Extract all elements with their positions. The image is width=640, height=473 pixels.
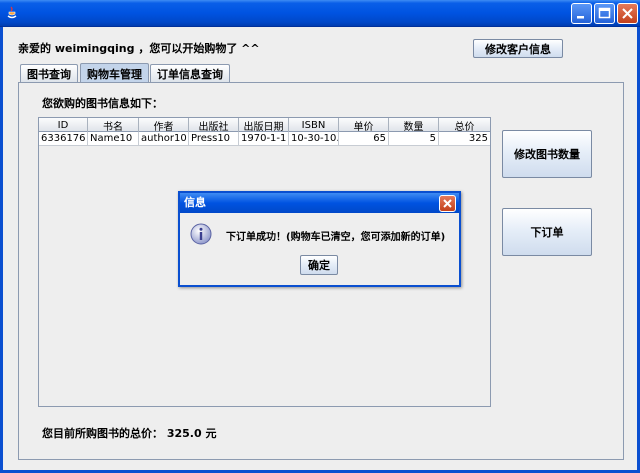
close-icon [622, 8, 633, 19]
dialog-ok-button[interactable]: 确定 [300, 255, 338, 275]
cart-caption: 您欲购的图书信息如下： [42, 97, 163, 110]
dialog-title[interactable]: 信息 [180, 193, 459, 213]
column-header-pub-date[interactable]: 出版日期 [239, 118, 289, 132]
window-titlebar[interactable] [0, 0, 640, 27]
cell-author[interactable]: author10 [139, 132, 189, 145]
cell-title[interactable]: Name10 [88, 132, 139, 145]
tab-order-query[interactable]: 订单信息查询 [150, 64, 230, 82]
minimize-icon [577, 16, 584, 19]
modify-quantity-button[interactable]: 修改图书数量 [502, 130, 592, 178]
column-header-total[interactable]: 总价 [439, 118, 490, 133]
column-header-isbn[interactable]: ISBN [289, 118, 339, 132]
info-icon [190, 223, 212, 245]
maximize-icon [598, 7, 611, 19]
tab-book-search[interactable]: 图书查询 [20, 64, 78, 82]
column-header-publisher[interactable]: 出版社 [189, 118, 239, 132]
column-header-id[interactable]: ID [39, 118, 88, 132]
place-order-button[interactable]: 下订单 [502, 208, 592, 256]
column-header-title[interactable]: 书名 [88, 118, 139, 132]
java-app-icon [4, 5, 20, 21]
cell-price[interactable]: 65 [339, 132, 389, 145]
maximize-button[interactable] [594, 3, 615, 24]
minimize-button[interactable] [571, 3, 592, 24]
cell-publisher[interactable]: Press10 [189, 132, 239, 145]
column-header-quantity[interactable]: 数量 [389, 118, 439, 132]
cell-isbn[interactable]: 10-30-10... [289, 132, 339, 145]
table-row[interactable]: 6336176 Name10 author10 Press10 1970-1-1… [39, 132, 490, 146]
cell-id[interactable]: 6336176 [39, 132, 88, 145]
cell-pub-date[interactable]: 1970-1-1 [239, 132, 289, 145]
cart-table-header: ID 书名 作者 出版社 出版日期 ISBN 单价 数量 总价 [39, 118, 490, 132]
welcome-message: 亲爱的 weimingqing ，您可以开始购物了 ^^ [18, 42, 260, 55]
cell-total[interactable]: 325 [439, 132, 490, 145]
cell-quantity[interactable]: 5 [389, 132, 439, 145]
info-dialog[interactable]: 信息 下订单成功！(购物车已清空，您可添加新的订单) 确定 [178, 191, 461, 287]
column-header-price[interactable]: 单价 [339, 118, 389, 132]
column-header-author[interactable]: 作者 [139, 118, 189, 132]
dialog-message: 下订单成功！(购物车已清空，您可添加新的订单) [226, 232, 446, 243]
modify-customer-button[interactable]: 修改客户信息 [473, 39, 563, 58]
close-button[interactable] [617, 3, 638, 24]
tab-cart-management[interactable]: 购物车管理 [80, 63, 149, 83]
close-icon [443, 199, 452, 208]
cart-total-label: 您目前所购图书的总价： 325.0 元 [42, 427, 217, 440]
dialog-close-button[interactable] [439, 195, 456, 212]
